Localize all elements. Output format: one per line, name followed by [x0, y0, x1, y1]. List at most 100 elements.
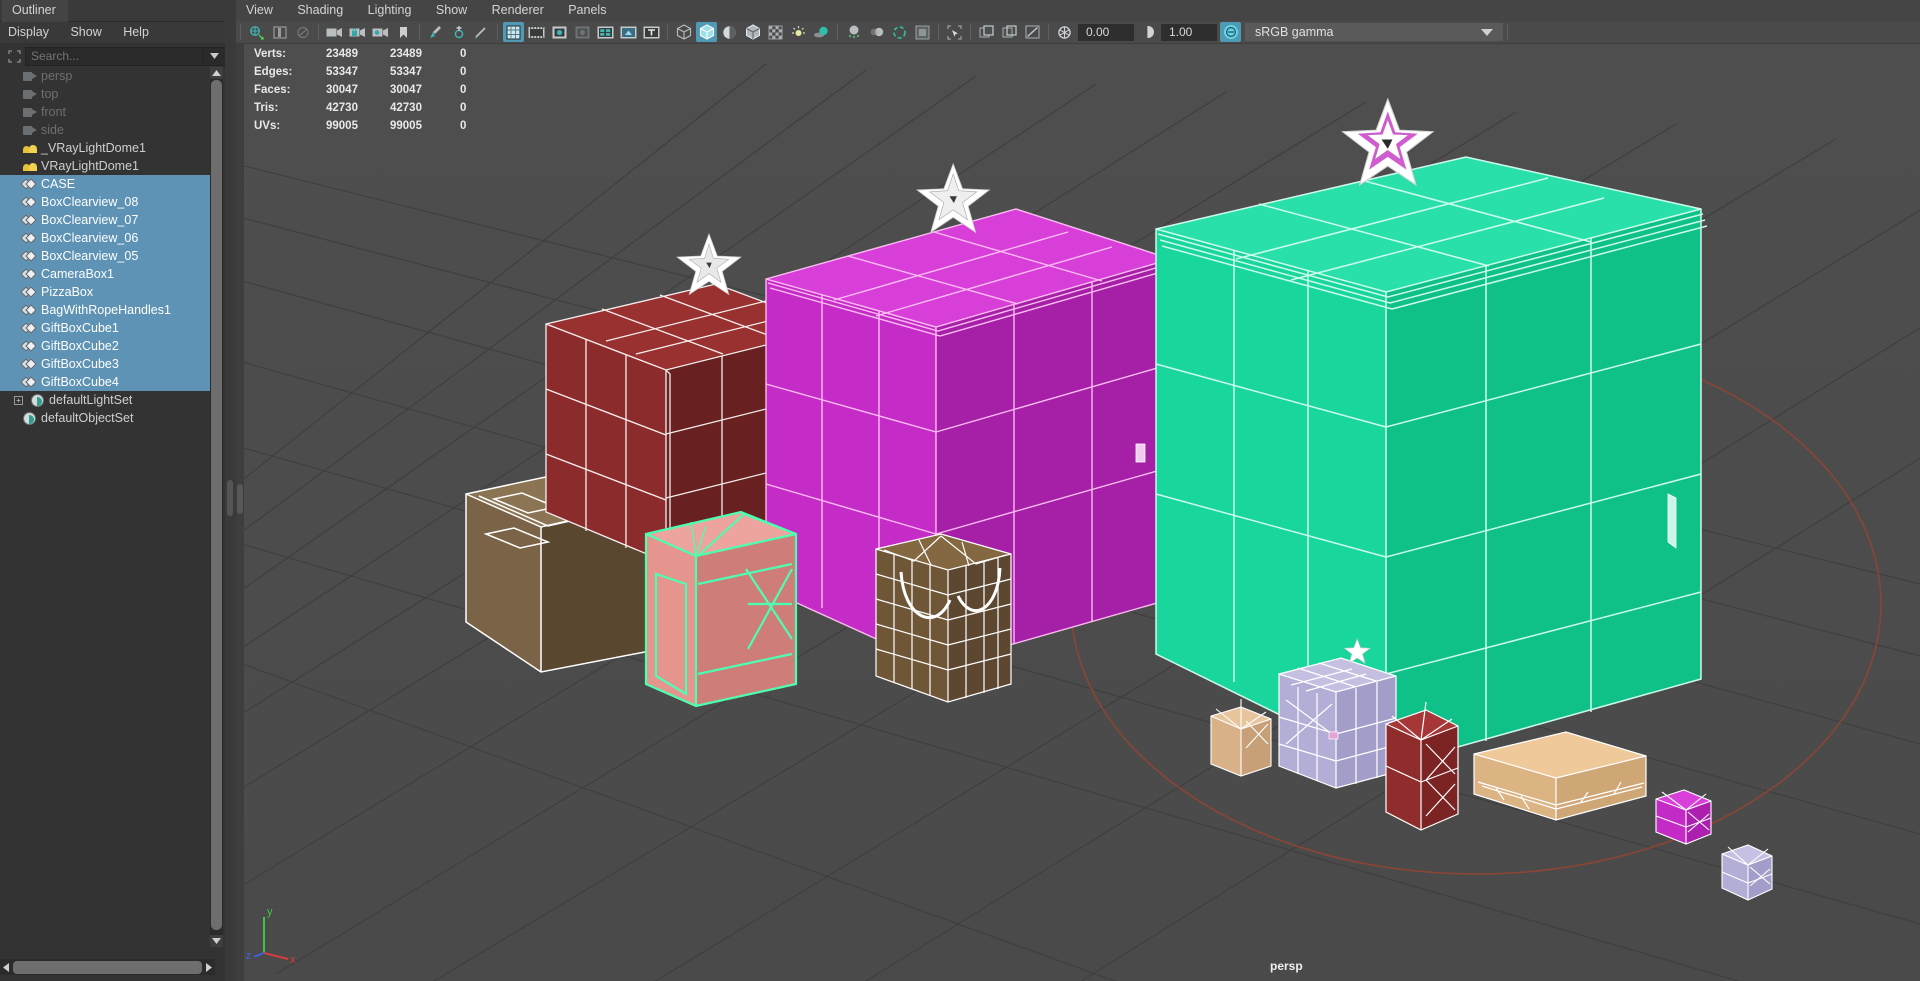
shade-options-icon[interactable]	[719, 22, 740, 42]
outliner-item-giftboxcube4[interactable]: GiftBoxCube4	[0, 373, 215, 391]
gamma-value[interactable]: 1.00	[1161, 23, 1217, 41]
outliner-item-boxclearview-05[interactable]: BoxClearview_05	[0, 247, 215, 265]
outliner-item-defaultobjectset[interactable]: defaultObjectSet	[0, 409, 215, 427]
safe-action-icon[interactable]	[618, 22, 639, 42]
mesh-icon	[20, 358, 37, 371]
stats-label: Verts:	[254, 48, 286, 60]
isolate-select-icon[interactable]	[944, 22, 965, 42]
stats-value-1: 30047	[326, 84, 358, 96]
scroll-left-arrow-icon[interactable]	[0, 959, 12, 975]
resolution-gate-icon[interactable]	[292, 22, 313, 42]
outliner-item-case[interactable]: CASE	[0, 175, 215, 193]
outliner-vertical-scrollbar[interactable]	[210, 67, 223, 947]
outliner-item-boxclearview-07[interactable]: BoxClearview_07	[0, 211, 215, 229]
outliner-item-boxclearview-06[interactable]: BoxClearview_06	[0, 229, 215, 247]
menu-shading[interactable]: Shading	[287, 0, 353, 21]
outliner-item-vraylightdome1[interactable]: VRayLightDome1	[0, 157, 215, 175]
shadows-icon[interactable]	[811, 22, 832, 42]
outliner-item-vraylightdome1[interactable]: _VRayLightDome1	[0, 139, 215, 157]
viewport-left-splitter[interactable]	[236, 44, 244, 981]
outliner-item-giftboxcube1[interactable]: GiftBoxCube1	[0, 319, 215, 337]
stats-row-verts: Verts: 23489 23489 0	[254, 45, 500, 63]
outliner-item-giftboxcube2[interactable]: GiftBoxCube2	[0, 337, 215, 355]
outliner-item-top[interactable]: top	[0, 85, 215, 103]
search-input[interactable]	[25, 46, 204, 66]
toolbar-separator	[837, 24, 838, 40]
menu-renderer[interactable]: Renderer	[482, 0, 554, 21]
svg-text:y: y	[267, 906, 273, 918]
xray-joints-toggle-icon[interactable]	[1022, 22, 1043, 42]
motion-blur-icon[interactable]	[866, 22, 887, 42]
texture-icon[interactable]	[765, 22, 786, 42]
mesh-icon	[20, 268, 37, 281]
scene-canvas[interactable]	[236, 44, 1920, 981]
splitter-grip[interactable]	[227, 480, 233, 516]
outliner-tab[interactable]: Outliner	[2, 0, 68, 22]
mesh-icon	[20, 232, 37, 245]
viewport-panel: View Shading Lighting Show Renderer Pane…	[236, 0, 1920, 981]
wireframe-icon[interactable]	[673, 22, 694, 42]
resolution-gate-toggle-icon[interactable]	[549, 22, 570, 42]
use-default-light-icon[interactable]	[788, 22, 809, 42]
menu-view[interactable]: View	[236, 0, 283, 21]
bookmark-icon[interactable]	[393, 22, 414, 42]
outliner-item-bagwithropehandles1[interactable]: BagWithRopeHandles1	[0, 301, 215, 319]
gamma-icon[interactable]	[1137, 22, 1158, 42]
menu-panels[interactable]: Panels	[558, 0, 616, 21]
outliner-item-pizzabox[interactable]: PizzaBox	[0, 283, 215, 301]
safe-title-icon[interactable]	[641, 22, 662, 42]
scroll-right-arrow-icon[interactable]	[203, 959, 215, 975]
outliner-item-camerabox1[interactable]: CameraBox1	[0, 265, 215, 283]
menu-show[interactable]: Show	[62, 22, 110, 43]
menu-lighting[interactable]: Lighting	[358, 0, 422, 21]
xray-active-components-icon[interactable]	[999, 22, 1020, 42]
menu-help[interactable]: Help	[115, 22, 158, 43]
color-profile-value: sRGB gamma	[1255, 25, 1334, 39]
search-filter-icon[interactable]	[3, 47, 25, 65]
splitter-grip[interactable]	[237, 484, 243, 514]
viewport-3d-scene[interactable]	[236, 44, 1920, 981]
outliner-horizontal-scrollbar[interactable]	[0, 959, 215, 975]
outliner-item-defaultlightset[interactable]: + defaultLightSet	[0, 391, 215, 409]
smooth-shade-icon[interactable]	[696, 22, 717, 42]
film-gate-icon[interactable]	[269, 22, 290, 42]
outliner-list[interactable]: persp top front side _VRayLightDome1 VRayLigh…	[0, 67, 215, 947]
ambient-occlusion-icon[interactable]	[843, 22, 864, 42]
search-dropdown-icon[interactable]	[204, 46, 226, 66]
scroll-up-arrow-icon[interactable]	[210, 67, 223, 79]
outliner-item-giftboxcube3[interactable]: GiftBoxCube3	[0, 355, 215, 373]
outliner-item-label: _VRayLightDome1	[41, 141, 146, 155]
camera-icon[interactable]	[324, 22, 345, 42]
bookmark-camera-icon[interactable]	[370, 22, 391, 42]
select-camera-icon[interactable]	[246, 22, 267, 42]
light-dome-icon	[22, 142, 37, 155]
expand-toggle-icon[interactable]: +	[14, 395, 23, 405]
outliner-item-side[interactable]: side	[0, 121, 215, 139]
scroll-down-arrow-icon[interactable]	[210, 935, 223, 947]
field-chart-icon[interactable]	[595, 22, 616, 42]
menu-display[interactable]: Display	[0, 22, 58, 43]
outliner-item-persp[interactable]: persp	[0, 67, 215, 85]
lock-camera-icon[interactable]	[347, 22, 368, 42]
menu-show[interactable]: Show	[426, 0, 477, 21]
exposure-icon[interactable]	[1054, 22, 1075, 42]
scrollbar-thumb[interactable]	[211, 80, 222, 930]
paint-effects-icon[interactable]	[425, 22, 446, 42]
xray-icon[interactable]	[471, 22, 492, 42]
multisample-icon[interactable]	[889, 22, 910, 42]
grid-icon[interactable]	[503, 22, 524, 42]
outliner-item-front[interactable]: front	[0, 103, 215, 121]
depth-peel-icon[interactable]	[912, 22, 933, 42]
panel-splitter[interactable]	[225, 0, 236, 981]
color-management-toggle-icon[interactable]	[1220, 22, 1241, 42]
hscrollbar-thumb[interactable]	[13, 960, 202, 974]
xray-joints-icon[interactable]	[448, 22, 469, 42]
gate-mask-icon[interactable]	[572, 22, 593, 42]
xray-mode-icon[interactable]	[976, 22, 997, 42]
set-icon	[22, 411, 37, 425]
film-gate-toggle-icon[interactable]	[526, 22, 547, 42]
wireframe-on-shaded-icon[interactable]	[742, 22, 763, 42]
outliner-item-boxclearview-08[interactable]: BoxClearview_08	[0, 193, 215, 211]
color-profile-select[interactable]: sRGB gamma	[1245, 23, 1503, 41]
exposure-value[interactable]: 0.00	[1078, 23, 1134, 41]
